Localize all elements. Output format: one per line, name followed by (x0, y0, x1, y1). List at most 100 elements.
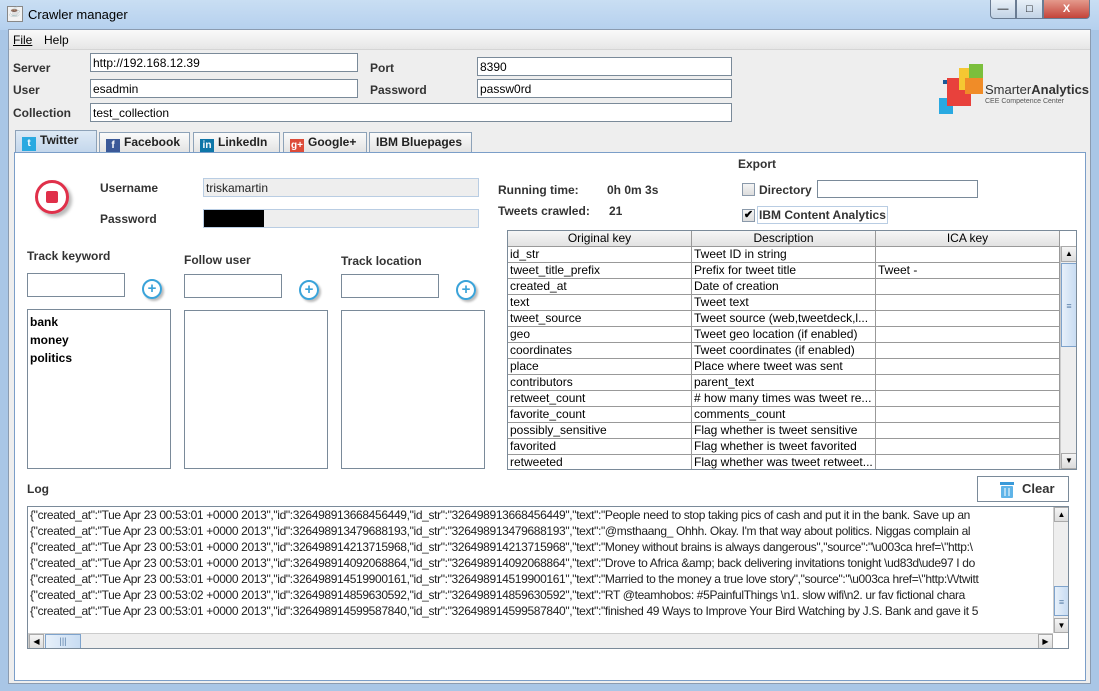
cell-ica-key[interactable] (876, 279, 1060, 295)
table-row[interactable]: coordinates Tweet coordinates (if enabled… (508, 343, 1060, 359)
cell-description[interactable]: Place where tweet was sent (692, 359, 876, 375)
menu-file[interactable]: File (13, 33, 32, 47)
directory-checkbox[interactable] (742, 183, 755, 196)
table-row[interactable]: retweet_count # how many times was tweet … (508, 391, 1060, 407)
cell-original-key[interactable]: coordinates (508, 343, 692, 359)
table-row[interactable]: id_str Tweet ID in string (508, 247, 1060, 263)
cell-description[interactable]: # how many times was tweet re... (692, 391, 876, 407)
table-row[interactable]: favorite_count comments_count (508, 407, 1060, 423)
cell-original-key[interactable]: id_str (508, 247, 692, 263)
table-vertical-scrollbar[interactable]: ▲ ≡ ▼ (1060, 246, 1076, 469)
user-input[interactable]: esadmin (90, 79, 358, 98)
cell-ica-key[interactable] (876, 423, 1060, 439)
cell-description[interactable]: Flag whether is tweet favorited (692, 439, 876, 455)
column-header-ica-key[interactable]: ICA key (876, 231, 1060, 247)
add-keyword-button[interactable]: + (142, 279, 162, 299)
table-row[interactable]: geo Tweet geo location (if enabled) (508, 327, 1060, 343)
table-row[interactable]: created_at Date of creation (508, 279, 1060, 295)
log-vertical-scrollbar[interactable]: ▲ ≡ ▼ (1053, 507, 1068, 633)
cell-description[interactable]: Date of creation (692, 279, 876, 295)
scroll-thumb[interactable]: ≡ (1061, 263, 1076, 347)
cell-description[interactable]: Tweet text (692, 295, 876, 311)
track-keyword-input[interactable] (27, 273, 125, 297)
track-location-list[interactable] (341, 310, 485, 469)
scroll-left-icon[interactable]: ◀ (29, 634, 44, 648)
menu-help[interactable]: Help (44, 33, 69, 47)
cell-ica-key[interactable] (876, 311, 1060, 327)
cell-description[interactable]: Flag whether is tweet sensitive (692, 423, 876, 439)
cell-ica-key[interactable] (876, 295, 1060, 311)
cell-ica-key[interactable] (876, 439, 1060, 455)
keyword-list[interactable]: bank money politics (27, 309, 171, 469)
list-item[interactable]: bank (30, 313, 168, 331)
password-input[interactable]: passw0rd (477, 79, 732, 98)
table-row[interactable]: possibly_sensitive Flag whether is tweet … (508, 423, 1060, 439)
cell-ica-key[interactable] (876, 375, 1060, 391)
table-row[interactable]: tweet_source Tweet source (web,tweetdeck,… (508, 311, 1060, 327)
server-input[interactable]: http://192.168.12.39 (90, 53, 358, 72)
cell-original-key[interactable]: possibly_sensitive (508, 423, 692, 439)
clear-button[interactable]: Clear (977, 476, 1069, 502)
directory-input[interactable] (817, 180, 978, 198)
tab-ibm-bluepages[interactable]: IBM Bluepages (369, 132, 472, 152)
scroll-thumb[interactable]: ||| (45, 634, 81, 648)
cell-ica-key[interactable] (876, 407, 1060, 423)
cell-ica-key[interactable] (876, 391, 1060, 407)
cell-description[interactable]: Prefix for tweet title (692, 263, 876, 279)
follow-user-input[interactable] (184, 274, 282, 298)
log-area[interactable]: {"created_at":"Tue Apr 23 00:53:01 +0000… (27, 506, 1069, 649)
cell-original-key[interactable]: retweeted (508, 455, 692, 469)
cell-description[interactable]: Tweet source (web,tweetdeck,l... (692, 311, 876, 327)
add-user-button[interactable]: + (299, 280, 319, 300)
column-header-description[interactable]: Description (692, 231, 876, 247)
cell-original-key[interactable]: favorite_count (508, 407, 692, 423)
follow-user-list[interactable] (184, 310, 328, 469)
cell-description[interactable]: parent_text (692, 375, 876, 391)
cell-original-key[interactable]: tweet_title_prefix (508, 263, 692, 279)
collection-input[interactable]: test_collection (90, 103, 732, 122)
scroll-down-icon[interactable]: ▼ (1061, 453, 1076, 469)
cell-original-key[interactable]: tweet_source (508, 311, 692, 327)
cell-description[interactable]: Tweet ID in string (692, 247, 876, 263)
list-item[interactable]: money (30, 331, 168, 349)
add-location-button[interactable]: + (456, 280, 476, 300)
cell-original-key[interactable]: place (508, 359, 692, 375)
cell-ica-key[interactable]: Tweet - (876, 263, 1060, 279)
cell-ica-key[interactable] (876, 327, 1060, 343)
table-row[interactable]: place Place where tweet was sent (508, 359, 1060, 375)
scroll-thumb[interactable]: ≡ (1054, 586, 1068, 616)
cell-original-key[interactable]: retweet_count (508, 391, 692, 407)
scroll-down-icon[interactable]: ▼ (1054, 618, 1068, 633)
table-row[interactable]: text Tweet text (508, 295, 1060, 311)
scroll-right-icon[interactable]: ▶ (1038, 634, 1053, 648)
column-header-original-key[interactable]: Original key (508, 231, 692, 247)
cell-description[interactable]: comments_count (692, 407, 876, 423)
cell-original-key[interactable]: geo (508, 327, 692, 343)
scroll-up-icon[interactable]: ▲ (1061, 246, 1076, 262)
log-horizontal-scrollbar[interactable]: ◀ ||| ▶ (28, 633, 1053, 648)
track-location-input[interactable] (341, 274, 439, 298)
table-row[interactable]: contributors parent_text (508, 375, 1060, 391)
cell-original-key[interactable]: favorited (508, 439, 692, 455)
twitter-password-field[interactable] (203, 209, 479, 228)
stop-button[interactable] (35, 180, 69, 214)
table-row[interactable]: retweeted Flag whether was tweet retweet.… (508, 455, 1060, 469)
list-item[interactable]: politics (30, 349, 168, 367)
username-field[interactable]: triskamartin (203, 178, 479, 197)
scroll-up-icon[interactable]: ▲ (1054, 507, 1068, 522)
ica-checkbox[interactable]: ✔ (742, 209, 755, 222)
cell-description[interactable]: Tweet geo location (if enabled) (692, 327, 876, 343)
cell-ica-key[interactable] (876, 455, 1060, 469)
table-row[interactable]: tweet_title_prefix Prefix for tweet title… (508, 263, 1060, 279)
cell-original-key[interactable]: text (508, 295, 692, 311)
cell-ica-key[interactable] (876, 359, 1060, 375)
cell-ica-key[interactable] (876, 247, 1060, 263)
tab-google-plus[interactable]: g+ Google+ (283, 132, 367, 153)
cell-description[interactable]: Tweet coordinates (if enabled) (692, 343, 876, 359)
cell-original-key[interactable]: contributors (508, 375, 692, 391)
minimize-button[interactable]: — (990, 0, 1016, 19)
tab-facebook[interactable]: f Facebook (99, 132, 190, 153)
tab-linkedin[interactable]: in LinkedIn (193, 132, 280, 153)
cell-original-key[interactable]: created_at (508, 279, 692, 295)
cell-ica-key[interactable] (876, 343, 1060, 359)
